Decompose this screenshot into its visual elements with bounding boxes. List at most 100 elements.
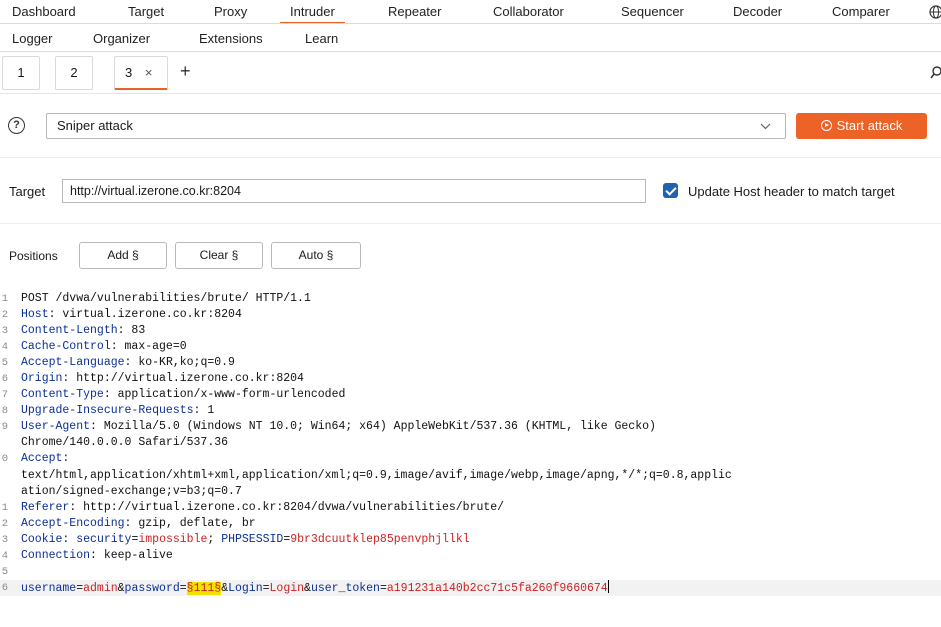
nav-proxy[interactable]: Proxy [214,1,247,23]
line-content: Upgrade-Insecure-Requests: 1 [21,403,214,419]
clear-markers-button[interactable]: Clear § [175,242,263,269]
tab-label: 2 [70,65,78,80]
top-nav-row-1: Dashboard Target Proxy Intruder Repeater… [0,1,941,24]
globe-icon[interactable] [929,5,941,19]
nav-repeater[interactable]: Repeater [388,1,441,23]
editor-line: ation/signed-exchange;v=b3;q=0.7 [0,484,941,500]
payload-marker: §111§ [186,581,222,595]
nav-decoder[interactable]: Decoder [733,1,782,23]
code-token: = [262,581,270,595]
code-token: = [379,581,387,595]
editor-line: 1 POST /dvwa/vulnerabilities/brute/ HTTP/… [0,291,941,307]
help-icon[interactable]: ? [8,117,25,134]
nav-extensions[interactable]: Extensions [199,28,263,50]
tab-label: 3 [125,65,133,80]
update-host-checkbox[interactable] [663,183,678,198]
editor-line: text/html,application/xhtml+xml,applicat… [0,468,941,484]
header-value: : [62,452,70,466]
editor-line: 0 Accept: [0,451,941,467]
line-number: 5 [1,565,8,578]
editor-line: 9 User-Agent: Mozilla/5.0 (Windows NT 10.… [0,419,941,435]
line-number: 8 [1,405,8,418]
tab-label: 1 [17,65,25,80]
header-name: Cookie [21,532,63,546]
nav-sequencer[interactable]: Sequencer [621,1,684,23]
header-value: : ko-KR,ko;q=0.9 [124,356,235,370]
nav-comparer[interactable]: Comparer [832,1,890,23]
nav-intruder[interactable]: Intruder [280,1,345,24]
code-token: ; [207,532,222,546]
editor-line: 6 username=admin&password=§111§&Login=Log… [0,579,941,597]
target-url-input[interactable]: http://virtual.izerone.co.kr:8204 [62,179,646,203]
line-content: Accept: [21,451,69,467]
header-name: Accept-Encoding [21,516,125,530]
line-number: 6 [1,373,8,386]
code-text: POST /dvwa/vulnerabilities/brute/ HTTP/1… [21,292,311,305]
line-content: Accept-Encoding: gzip, deflate, br [21,516,256,532]
editor-line: 6 Origin: http://virtual.izerone.co.kr:82… [0,371,941,387]
header-value: : Mozilla/5.0 (Windows NT 10.0; Win64; x… [90,420,656,434]
line-content: text/html,application/xhtml+xml,applicat… [21,468,732,484]
cookie-value: 9br3dcuutklep85penvphjllkl [290,532,470,546]
tab-2[interactable]: 2 [55,56,93,90]
target-label: Target [9,184,46,199]
line-number: 5 [1,357,8,370]
start-attack-button[interactable]: Start attack [796,113,927,139]
play-icon [820,120,832,131]
line-content: Referer: http://virtual.izerone.co.kr:82… [21,500,504,516]
header-name: Referer [21,500,70,514]
line-number: 3 [1,533,8,546]
code-token: & [304,581,311,595]
text-cursor [607,579,610,593]
editor-line: 5 [0,564,941,580]
editor-line: 3 Content-Length: 83 [0,323,941,339]
nav-target[interactable]: Target [128,1,164,23]
code-token: : [62,532,77,546]
line-content: Connection: keep-alive [21,548,173,564]
nav-logger[interactable]: Logger [12,28,52,50]
code-text: ation/signed-exchange;v=b3;q=0.7 [21,484,242,498]
line-number: 1 [1,501,8,514]
header-name: Accept [21,452,63,466]
editor-line: 3 Cookie: security=impossible; PHPSESSID=… [0,532,941,548]
line-number: 1 [1,293,8,305]
tab-1[interactable]: 1 [2,56,40,90]
line-content: username=admin&password=§111§&Login=Logi… [21,579,610,597]
nav-learn[interactable]: Learn [305,28,338,50]
add-tab-button[interactable]: + [180,61,191,82]
attack-type-select[interactable]: Sniper attack [46,113,786,139]
editor-line: 8 Upgrade-Insecure-Requests: 1 [0,403,941,419]
param-key: Login [228,581,263,595]
line-content: Cache-Control: max-age=0 [21,339,187,355]
line-content: Content-Type: application/x-www-form-url… [21,387,345,403]
add-marker-button[interactable]: Add § [79,242,167,269]
nav-organizer[interactable]: Organizer [93,28,150,50]
chevron-down-icon [760,114,771,147]
line-content: POST /dvwa/vulnerabilities/brute/ HTTP/1… [21,291,311,307]
header-name: Origin [21,372,63,386]
nav-divider-2 [0,51,941,52]
cookie-value: impossible [138,532,208,546]
header-value: : 1 [193,404,215,418]
search-icon[interactable] [930,66,941,80]
section-divider-2 [0,223,941,224]
param-value: a191231a140b2cc71c5fa260f9660674 [386,581,608,595]
editor-line: Chrome/140.0.0.0 Safari/537.36 [0,435,941,451]
line-number: 4 [1,341,8,354]
header-name: User-Agent [21,420,91,434]
nav-collaborator[interactable]: Collaborator [493,1,564,23]
nav-dashboard[interactable]: Dashboard [12,1,76,23]
header-value: : application/x-www-form-urlencoded [103,388,346,402]
param-key: password [124,581,180,595]
request-editor[interactable]: 1 POST /dvwa/vulnerabilities/brute/ HTTP/… [0,291,941,596]
close-tab-icon[interactable]: × [145,65,153,80]
header-name: Accept-Language [21,356,125,370]
line-number: 2 [1,517,8,530]
line-number: 4 [1,549,8,562]
tab-3[interactable]: 3 × [114,56,168,90]
line-content: Chrome/140.0.0.0 Safari/537.36 [21,435,228,451]
auto-markers-button[interactable]: Auto § [271,242,361,269]
header-value: : http://virtual.izerone.co.kr:8204/dvwa… [69,500,505,514]
line-content: Accept-Language: ko-KR,ko;q=0.9 [21,355,235,371]
attack-type-value: Sniper attack [57,118,133,133]
